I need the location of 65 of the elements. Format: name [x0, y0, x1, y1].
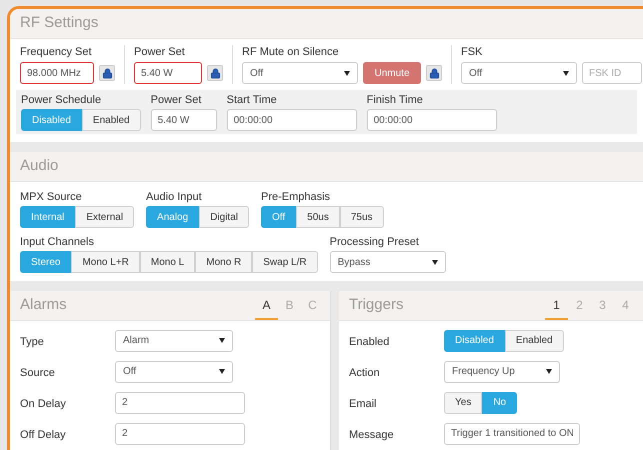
field-label: Finish Time — [366, 93, 424, 107]
field-label: MPX Source — [20, 190, 83, 204]
panel-tab[interactable]: A — [255, 291, 278, 320]
panel-title: Audio — [20, 156, 58, 176]
lock-icon — [102, 68, 112, 78]
field-label: Power Set — [134, 45, 186, 59]
field-label: Source — [20, 366, 55, 378]
field-label: Pre-Emphasis — [260, 190, 332, 204]
segment-option[interactable]: Mono L+R — [71, 251, 140, 273]
dropdown[interactable]: Alarm — [115, 330, 233, 352]
field-label: Email — [349, 398, 377, 410]
field-label: FSK — [461, 45, 484, 59]
lock-button[interactable] — [99, 65, 115, 81]
input-field[interactable]: 5.40 W — [150, 109, 217, 131]
dropdown[interactable]: Bypass — [330, 251, 446, 273]
input-field[interactable]: 5.40 W — [134, 62, 202, 84]
field-label: On Delay — [20, 398, 66, 410]
field-label: Processing Preset — [330, 235, 420, 249]
field-label: Action — [349, 366, 380, 378]
input-field[interactable]: 2 — [115, 392, 245, 414]
input-field[interactable]: 00:00:00 — [366, 109, 497, 131]
panel-tab[interactable]: 1 — [545, 291, 568, 320]
segment-option[interactable]: Enabled — [82, 109, 141, 131]
segment-option[interactable]: Mono R — [195, 251, 252, 273]
field-label: Start Time — [226, 93, 278, 107]
segment-option[interactable]: 75us — [340, 206, 384, 228]
lock-button[interactable] — [207, 65, 223, 81]
segment-option[interactable]: 50us — [296, 206, 340, 228]
panel-title: RF Settings — [20, 13, 98, 34]
field-label: Power Set — [150, 93, 202, 107]
dropdown[interactable]: Off — [115, 360, 233, 382]
dropdown[interactable]: Frequency Up — [444, 360, 560, 382]
caret-icon — [344, 70, 350, 76]
caret-icon — [546, 369, 552, 374]
field-label: Power Schedule — [21, 93, 102, 107]
input-field[interactable]: 2 — [115, 422, 245, 444]
input-field[interactable]: FSK ID — [582, 62, 642, 84]
lock-icon — [210, 68, 220, 78]
lock-button[interactable] — [426, 65, 442, 81]
segment-option[interactable]: Enabled — [504, 330, 564, 352]
caret-icon — [219, 338, 225, 343]
field-label: Enabled — [349, 336, 390, 348]
caret-icon — [219, 369, 225, 374]
dropdown[interactable]: Off — [461, 62, 577, 84]
segment-option[interactable]: Swap L/R — [252, 251, 318, 273]
field-label: RF Mute on Silence — [242, 45, 340, 59]
input-field[interactable]: Trigger 1 transitioned to ON — [444, 422, 580, 444]
field-label: Frequency Set — [20, 45, 93, 59]
field-label: Off Delay — [20, 428, 66, 440]
field-label: Type — [20, 336, 44, 348]
segment-option[interactable]: Mono L — [140, 251, 196, 273]
segment-option[interactable]: External — [75, 206, 134, 228]
input-field[interactable]: 00:00:00 — [226, 109, 357, 131]
caret-icon — [432, 260, 438, 264]
field-label: Message — [349, 428, 394, 440]
panel-title: Alarms — [20, 295, 67, 316]
field-label: Audio Input — [146, 190, 203, 204]
segment-option[interactable]: Digital — [199, 206, 249, 228]
panel-title: Triggers — [349, 295, 404, 316]
segment-option[interactable]: Yes — [444, 392, 482, 414]
lock-icon — [428, 68, 440, 78]
caret-icon — [563, 70, 569, 76]
dropdown[interactable]: Off — [242, 62, 358, 84]
field-label: Input Channels — [20, 235, 95, 249]
input-field[interactable]: 98.000 MHz — [20, 62, 94, 84]
